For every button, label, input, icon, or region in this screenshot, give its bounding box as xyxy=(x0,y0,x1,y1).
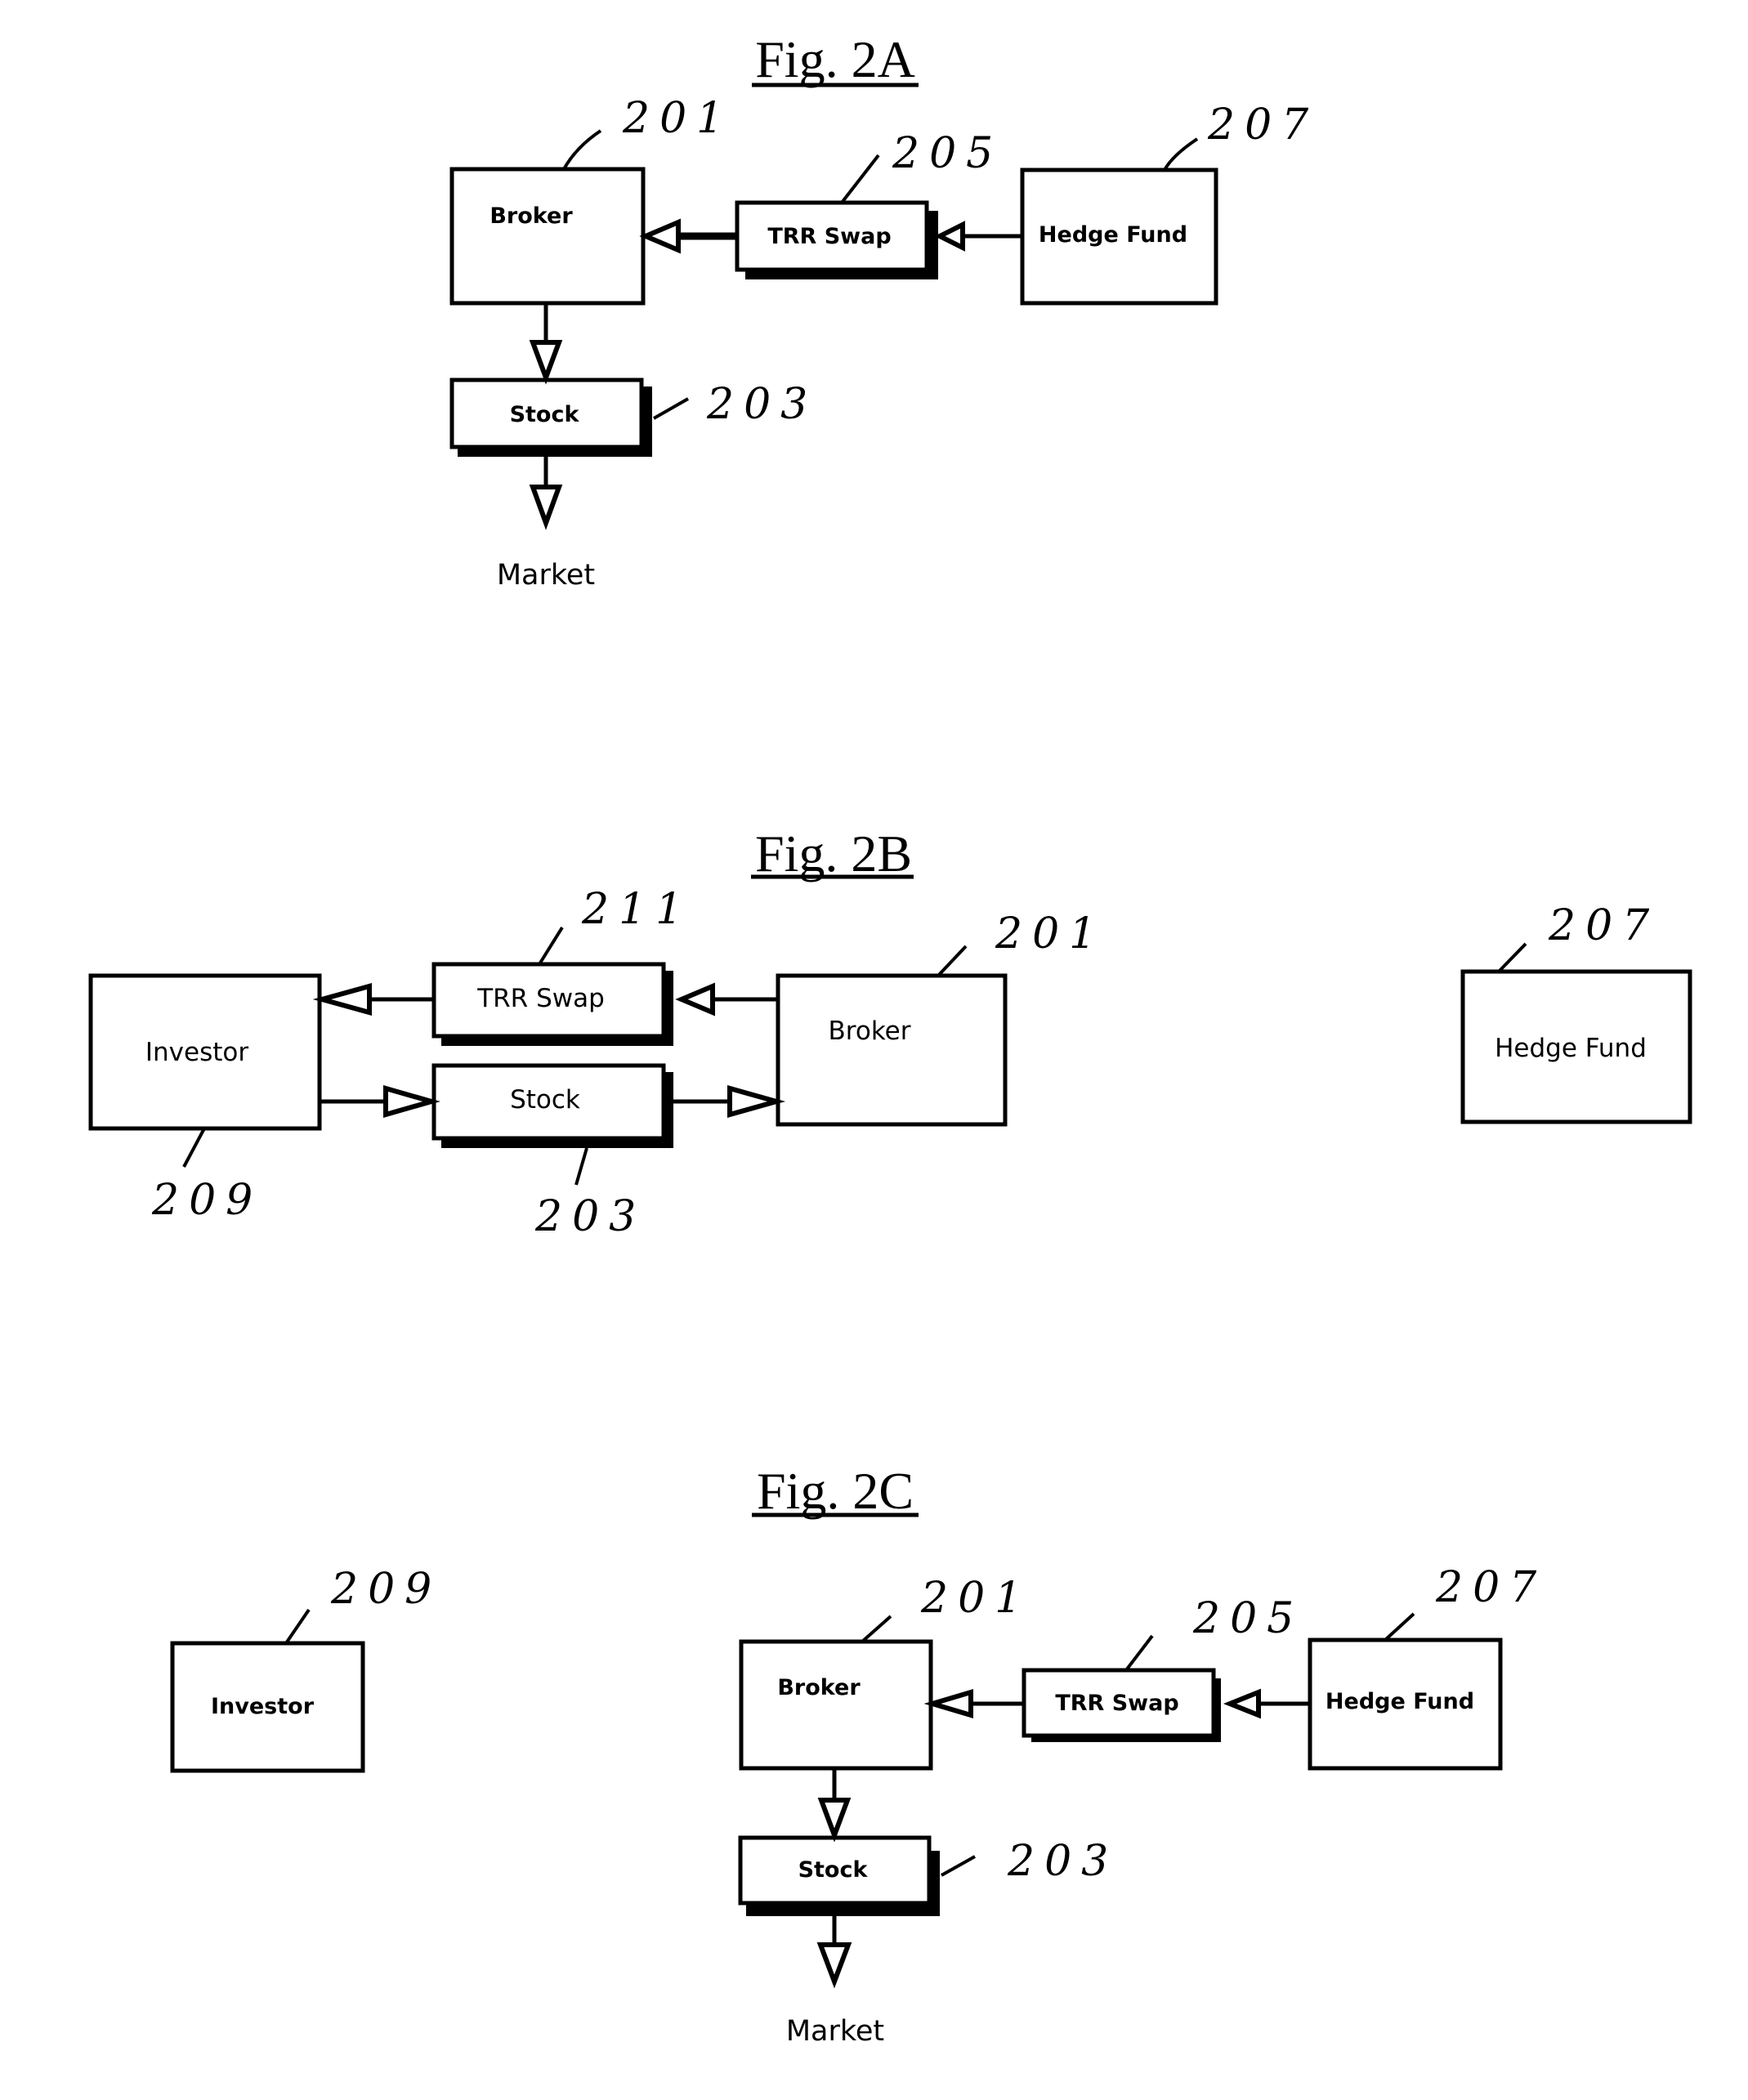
fig2c-edge-stock-to-market xyxy=(816,1916,852,1989)
patent-figure-sheet: Fig. 2A Broker 201 TRR Swap 205 Hedge Fu… xyxy=(88,30,1692,2048)
fig2a-stock-leader-line xyxy=(653,397,689,420)
fig2b-arrowhead-left xyxy=(312,983,372,1016)
fig2b-broker-label: Broker xyxy=(829,1016,911,1046)
fig2a-edge-broker-to-stock xyxy=(529,303,563,385)
fig2a-broker-leader-line xyxy=(562,129,602,170)
fig2b-hedge-fund-leader-line xyxy=(1497,942,1527,973)
fig2a-broker-label: Broker xyxy=(490,203,573,229)
fig2a-edge-stock-to-market xyxy=(529,457,563,530)
fig2b-arrowhead-right xyxy=(727,1085,786,1118)
fig2b-edge-stock-to-broker xyxy=(673,1085,786,1118)
fig2a-trr-swap-ref: 205 xyxy=(892,129,1003,178)
fig2c-edge-broker-to-stock xyxy=(817,1768,852,1843)
fig2a-hedge-fund-label: Hedge Fund xyxy=(1039,222,1187,248)
fig2c-investor-label: Investor xyxy=(211,1694,315,1719)
fig2b-edge-investor-to-stock xyxy=(320,1085,440,1118)
fig2a-broker-box xyxy=(449,167,646,306)
fig2c-market-label: Market xyxy=(786,2015,884,2048)
fig2b-edge-trr-swap-to-investor xyxy=(312,983,434,1016)
fig2c-stock-label: Stock xyxy=(798,1857,869,1883)
fig2b-investor-ref: 209 xyxy=(151,1176,262,1225)
figure-2c: Fig. 2C Investor 209 Broker 201 TRR Swap… xyxy=(170,1462,1546,2048)
fig2b-investor-label: Investor xyxy=(145,1038,248,1067)
fig2c-investor-leader-line xyxy=(284,1608,311,1645)
fig2c-broker-label: Broker xyxy=(777,1675,861,1700)
fig2c-edge-trr-swap-to-broker xyxy=(923,1688,1024,1719)
fig2b-stock-label: Stock xyxy=(510,1085,580,1115)
fig2a-edge-trr-swap-to-broker xyxy=(639,218,737,254)
fig2c-arrowhead-down xyxy=(816,1942,852,1989)
fig2c-investor-ref: 209 xyxy=(330,1565,441,1614)
fig2c-hedge-fund-leader-line xyxy=(1384,1612,1415,1642)
fig2c-stock-ref: 203 xyxy=(1007,1837,1118,1886)
figure-2c-title: Fig. 2C xyxy=(757,1462,914,1520)
figure-2b: Fig. 2B Investor 209 TRR Swap 211 Stock … xyxy=(88,824,1692,1241)
figure-2a-title: Fig. 2A xyxy=(755,30,915,88)
fig2c-broker-box xyxy=(739,1639,933,1771)
figure-2a: Fig. 2A Broker 201 TRR Swap 205 Hedge Fu… xyxy=(449,30,1318,592)
fig2b-hedge-fund-ref: 207 xyxy=(1548,901,1659,950)
fig2a-stock-label: Stock xyxy=(510,402,580,427)
fig2a-broker-ref: 201 xyxy=(622,94,733,143)
fig2a-trr-swap-label: TRR Swap xyxy=(767,224,891,249)
fig2c-broker-ref: 201 xyxy=(920,1574,1031,1623)
fig2a-hedge-fund-leader-line xyxy=(1163,137,1199,172)
fig2c-arrowhead-left xyxy=(1223,1688,1261,1719)
fig2b-trr-swap-label: TRR Swap xyxy=(476,984,605,1013)
fig2b-broker-leader-line xyxy=(937,945,968,977)
fig2b-trr-swap-leader-line xyxy=(538,926,564,966)
fig2a-market-label: Market xyxy=(497,559,595,592)
fig2a-trr-swap-leader-line xyxy=(840,154,880,204)
fig2c-trr-swap-ref: 205 xyxy=(1192,1594,1303,1643)
fig2b-arrowhead-right xyxy=(383,1085,440,1118)
fig2a-hedge-fund-ref: 207 xyxy=(1207,101,1318,150)
fig2b-stock-leader-line xyxy=(574,1147,588,1186)
fig2b-stock-ref: 203 xyxy=(534,1192,646,1241)
fig2a-arrowhead-left xyxy=(934,221,965,252)
fig2b-broker-box xyxy=(776,973,1008,1127)
fig2a-arrowhead-left xyxy=(639,218,681,254)
fig2b-investor-leader-line xyxy=(182,1128,206,1168)
figure-2b-title: Fig. 2B xyxy=(755,824,912,882)
fig2c-trr-swap-leader-line xyxy=(1124,1634,1154,1672)
fig2c-stock-leader-line xyxy=(941,1855,976,1877)
fig2b-broker-ref: 201 xyxy=(995,909,1106,958)
fig2c-hedge-fund-label: Hedge Fund xyxy=(1326,1689,1474,1714)
fig2c-edge-hedge-fund-to-trr-swap xyxy=(1223,1688,1310,1719)
fig2b-trr-swap-ref: 211 xyxy=(581,885,692,934)
fig2a-arrowhead-down xyxy=(529,485,563,530)
fig2b-hedge-fund-label: Hedge Fund xyxy=(1495,1034,1647,1063)
fig2b-edge-broker-to-trr-swap xyxy=(675,982,778,1016)
fig2c-arrowhead-left xyxy=(923,1688,973,1719)
fig2a-arrowhead-down xyxy=(529,340,563,385)
fig2c-hedge-fund-ref: 207 xyxy=(1435,1563,1546,1612)
fig2a-edge-hedge-fund-to-trr-swap xyxy=(934,221,1022,252)
fig2c-broker-leader-line xyxy=(861,1615,892,1643)
fig2a-stock-ref: 203 xyxy=(706,380,817,429)
fig2c-trr-swap-label: TRR Swap xyxy=(1055,1691,1178,1716)
fig2c-arrowhead-down xyxy=(817,1798,852,1843)
fig2b-arrowhead-left xyxy=(675,982,715,1016)
